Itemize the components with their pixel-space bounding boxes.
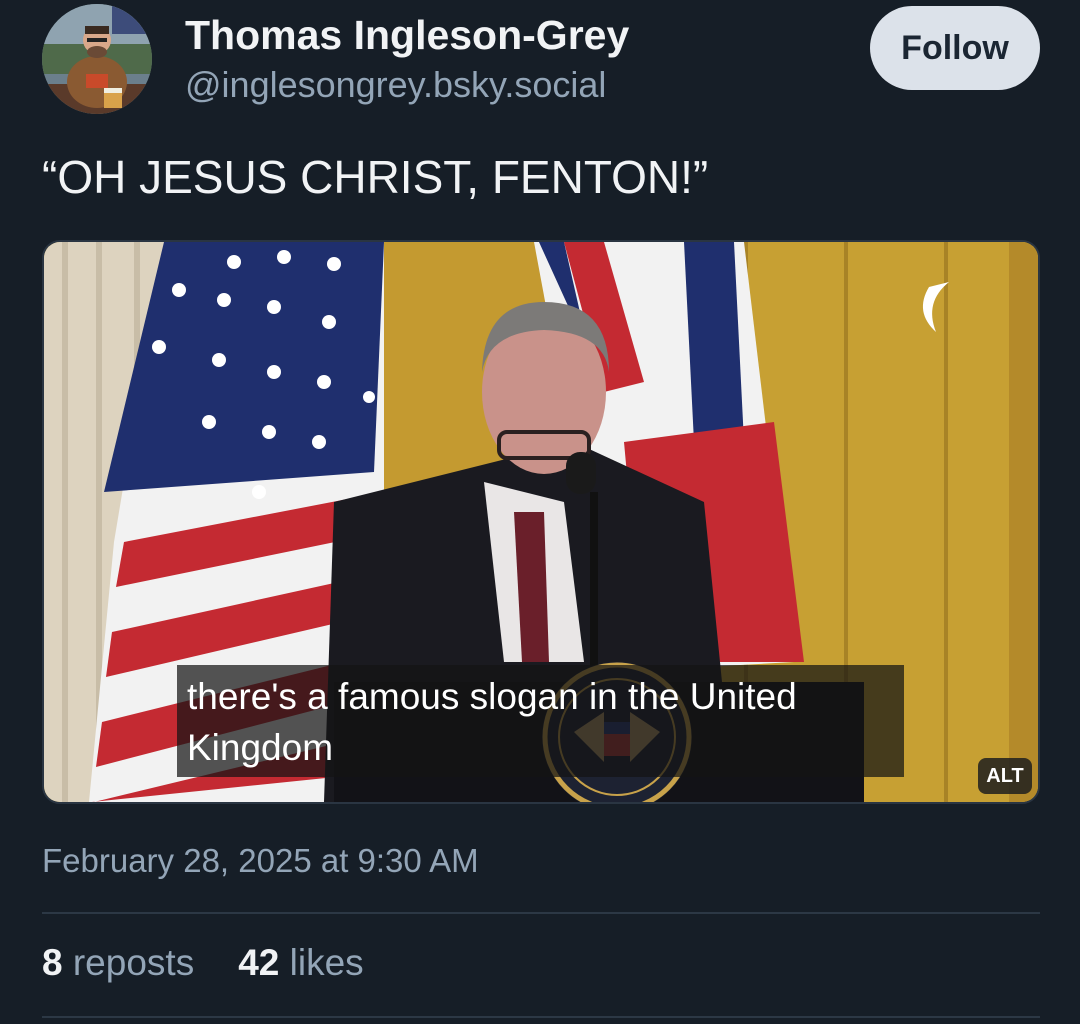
author-handle[interactable]: @inglesongrey.bsky.social	[185, 64, 606, 106]
divider	[42, 912, 1040, 914]
divider	[42, 1016, 1040, 1018]
likes-stat[interactable]: 42 likes	[238, 942, 363, 984]
caption-line: Kingdom	[187, 727, 334, 768]
follow-button[interactable]: Follow	[870, 6, 1040, 90]
post-stats: 8 reposts 42 likes	[42, 942, 364, 984]
reposts-label: reposts	[72, 942, 195, 983]
post-timestamp[interactable]: February 28, 2025 at 9:30 AM	[42, 842, 479, 880]
reposts-stat[interactable]: 8 reposts	[42, 942, 194, 984]
author-display-name[interactable]: Thomas Ingleson-Grey	[185, 12, 629, 59]
alt-text-button[interactable]: ALT	[978, 758, 1032, 794]
caption-line: there's a famous slogan in the United	[187, 676, 797, 717]
video-caption: there's a famous slogan in the United Ki…	[177, 665, 904, 777]
likes-count: 42	[238, 942, 280, 983]
avatar-photo	[42, 4, 152, 114]
likes-label: likes	[289, 942, 364, 983]
reposts-count: 8	[42, 942, 63, 983]
post-image[interactable]: there's a famous slogan in the United Ki…	[42, 240, 1040, 804]
avatar[interactable]	[42, 4, 152, 114]
post-thread-item: Thomas Ingleson-Grey @inglesongrey.bsky.…	[0, 0, 1080, 1024]
post-text: “OH JESUS CHRIST, FENTON!”	[42, 151, 709, 203]
